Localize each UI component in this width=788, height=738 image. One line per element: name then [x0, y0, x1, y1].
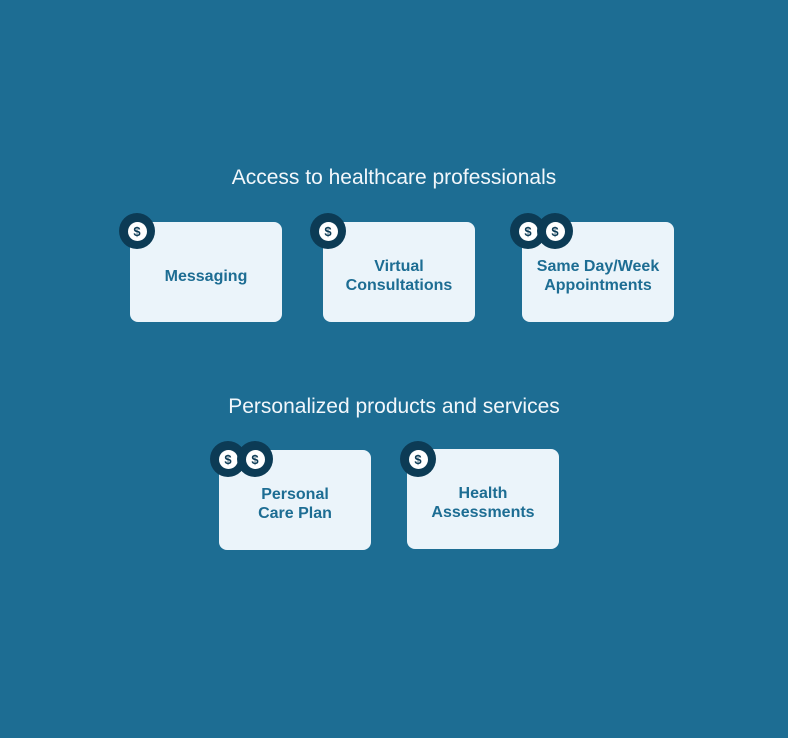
- card-label: Personal Care Plan: [258, 486, 332, 522]
- card-label: Virtual Consultations: [345, 258, 453, 294]
- dollar-icon: $: [237, 441, 273, 477]
- section-title: Personalized products and services: [228, 395, 560, 418]
- dollar-icon: $: [119, 213, 155, 249]
- card-virtual-consultations: Virtual Consultations: [323, 222, 475, 322]
- dollar-icon: $: [310, 213, 346, 249]
- card-label: Health Assessments: [431, 485, 535, 521]
- card-label: Messaging: [164, 267, 248, 285]
- dollar-icon: $: [537, 213, 573, 249]
- card-label: Same Day/Week Appointments: [536, 258, 660, 294]
- section-title: Access to healthcare professionals: [231, 166, 557, 189]
- dollar-icon: $: [400, 441, 436, 477]
